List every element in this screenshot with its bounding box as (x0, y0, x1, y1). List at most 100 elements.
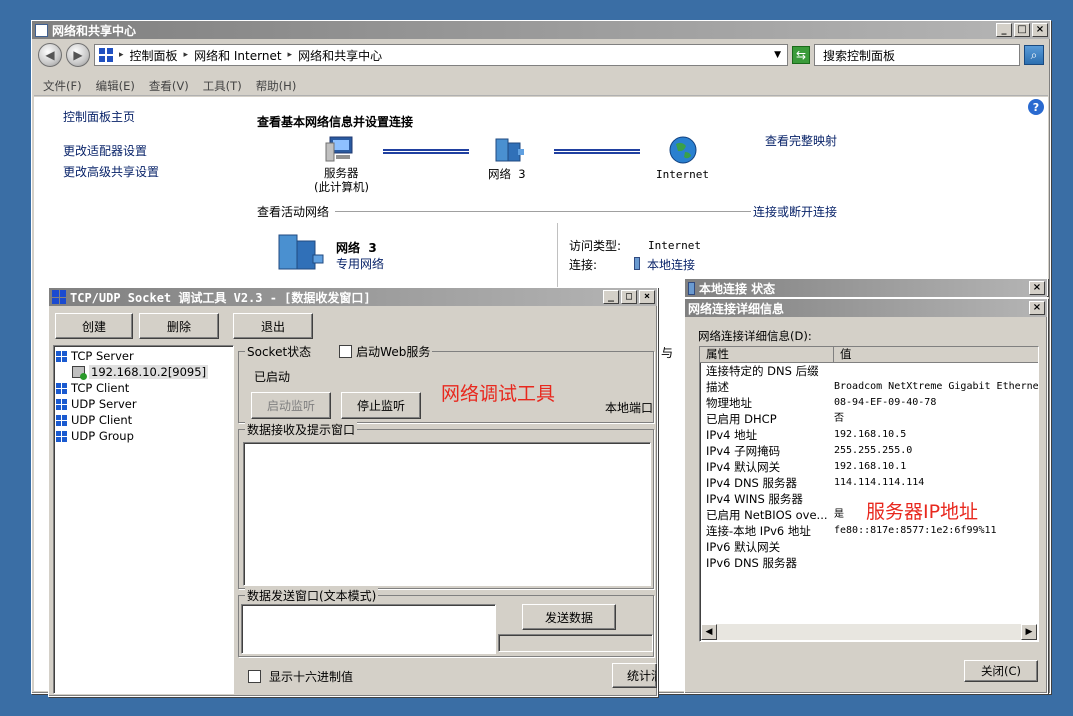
breadcrumb-item[interactable]: 控制面板 (130, 47, 178, 64)
connection-icon (634, 257, 640, 270)
property-value: 192.168.10.1 (834, 461, 907, 472)
property-name: IPv4 WINS 服务器 (706, 492, 803, 506)
send-textarea[interactable] (241, 604, 496, 654)
explorer-titlebar[interactable]: 网络和共享中心 _ □ × (32, 21, 1050, 39)
properties-list[interactable]: 属性 值 连接特定的 DNS 后缀 描述 Broadcom NetXtreme Gi… (699, 346, 1039, 642)
tcp-titlebar[interactable]: TCP/UDP Socket 调试工具 V2.3 - [数据收发窗口] _ □ … (49, 288, 657, 306)
menu-edit[interactable]: 编辑(E) (96, 78, 135, 94)
maximize-button[interactable]: □ (1014, 23, 1030, 37)
app-grid-icon (52, 290, 66, 304)
menu-file[interactable]: 文件(F) (43, 78, 82, 94)
tcp-title: TCP/UDP Socket 调试工具 V2.3 - [数据收发窗口] (70, 290, 371, 305)
create-button[interactable]: 创建 (55, 313, 133, 339)
property-name: 物理地址 (706, 396, 752, 410)
minimize-button[interactable]: _ (996, 23, 1012, 37)
connect-disconnect-link[interactable]: 连接或断开连接 (753, 203, 837, 220)
receive-textarea[interactable] (243, 442, 651, 586)
address-box[interactable]: ▸ 控制面板 ▸ 网络和 Internet ▸ 网络和共享中心 ▼ (94, 44, 788, 66)
property-name: IPv4 默认网关 (706, 460, 781, 474)
forward-button[interactable]: ▶ (66, 43, 90, 67)
col-value[interactable]: 值 (834, 347, 1038, 362)
search-input[interactable]: 搜索控制面板 (814, 44, 1020, 66)
close-button[interactable]: × (1029, 281, 1045, 295)
active-networks-label: 查看活动网络 (257, 205, 330, 219)
breadcrumb-item[interactable]: 网络和 Internet (194, 47, 281, 64)
tree-item-udp-client[interactable]: UDP Client (56, 412, 231, 428)
breadcrumb-item[interactable]: 网络和共享中心 (298, 47, 382, 64)
property-row[interactable]: 连接特定的 DNS 后缀 (700, 363, 1038, 379)
col-property[interactable]: 属性 (700, 347, 834, 362)
hex-row: 显示十六进制值 (248, 668, 353, 685)
change-adapter-settings-link[interactable]: 更改适配器设置 (63, 142, 147, 159)
tree-item-tcp-server[interactable]: TCP Server (56, 348, 231, 364)
stop-listen-button[interactable]: 停止监听 (341, 392, 421, 419)
network-type-link[interactable]: 专用网络 (336, 255, 384, 272)
tree-item-server-connection[interactable]: 192.168.10.2[9095] (56, 364, 231, 380)
property-row[interactable]: 描述 Broadcom NetXtreme Gigabit Etherne (700, 379, 1038, 395)
menu-view[interactable]: 查看(V) (149, 78, 189, 94)
change-sharing-settings-link[interactable]: 更改高级共享设置 (63, 163, 159, 180)
back-arrow-icon: ◀ (45, 48, 55, 62)
property-row[interactable]: IPv4 子网掩码 255.255.255.0 (700, 443, 1038, 459)
property-value: 否 (834, 413, 844, 424)
web-service-checkbox[interactable] (339, 345, 353, 358)
search-icon[interactable]: ⌕ (1024, 45, 1044, 65)
close-dialog-button[interactable]: 关闭(C) (964, 660, 1038, 682)
tree-item-udp-group[interactable]: UDP Group (56, 428, 231, 444)
scroll-right-icon[interactable]: ▶ (1021, 624, 1037, 640)
search-placeholder: 搜索控制面板 (823, 48, 896, 63)
control-panel-home-link[interactable]: 控制面板主页 (63, 108, 135, 125)
send-status-field (498, 634, 653, 652)
help-icon[interactable]: ? (1028, 99, 1044, 115)
tree-item-udp-server[interactable]: UDP Server (56, 396, 231, 412)
connections-label: 连接: (569, 258, 598, 272)
computer-sublabel: (此计算机) (314, 180, 369, 194)
minimize-button[interactable]: _ (603, 290, 619, 304)
property-row[interactable]: IPv6 默认网关 (700, 539, 1038, 555)
computer-icon (324, 135, 356, 163)
map-connector-line (383, 149, 469, 154)
stats-clear-label: 统计清 (627, 669, 656, 683)
status-titlebar[interactable]: 本地连接 状态 × (685, 279, 1047, 297)
view-full-map-link[interactable]: 查看完整映射 (765, 132, 837, 149)
property-row[interactable]: IPv6 DNS 服务器 (700, 555, 1038, 571)
property-row[interactable]: 已启用 DHCP 否 (700, 411, 1038, 427)
scroll-left-icon[interactable]: ◀ (701, 624, 717, 640)
socket-tree[interactable]: TCP Server 192.168.10.2[9095] TCP Client… (53, 345, 234, 694)
network-icon (494, 135, 526, 163)
udp-server-icon (56, 398, 67, 410)
hex-checkbox[interactable] (248, 670, 261, 683)
back-button[interactable]: ◀ (38, 43, 62, 67)
local-connection-link[interactable]: 本地连接 (647, 256, 695, 273)
receive-group: 数据接收及提示窗口 (238, 421, 654, 589)
details-titlebar[interactable]: 网络连接详细信息 × (685, 299, 1047, 317)
socket-state-label: Socket状态 启动Web服务 (245, 343, 433, 360)
menu-tools[interactable]: 工具(T) (203, 78, 242, 94)
property-row[interactable]: IPv4 DNS 服务器 114.114.114.114 (700, 475, 1038, 491)
property-row[interactable]: IPv4 默认网关 192.168.10.1 (700, 459, 1038, 475)
horizontal-scrollbar[interactable]: ◀ ▶ (701, 624, 1037, 640)
start-listen-button[interactable]: 启动监听 (251, 392, 331, 419)
local-port-label: 本地端口 (605, 401, 654, 415)
tree-item-tcp-client[interactable]: TCP Client (56, 380, 231, 396)
property-row[interactable]: 物理地址 08-94-EF-09-40-78 (700, 395, 1038, 411)
stats-clear-button[interactable]: 统计清 (612, 663, 657, 688)
maximize-button[interactable]: □ (621, 290, 637, 304)
property-name: 已启用 DHCP (706, 412, 777, 426)
access-type-value: Internet (648, 239, 701, 252)
close-button[interactable]: × (1032, 23, 1048, 37)
details-title: 网络连接详细信息 (688, 301, 785, 316)
tcp-client-icon (56, 382, 67, 394)
property-name: 描述 (706, 380, 729, 394)
refresh-icon[interactable]: ⇆ (792, 46, 810, 64)
exit-button[interactable]: 退出 (233, 313, 313, 339)
menu-help[interactable]: 帮助(H) (256, 78, 297, 94)
property-row[interactable]: IPv4 地址 192.168.10.5 (700, 427, 1038, 443)
dropdown-arrow-icon[interactable]: ▼ (774, 50, 787, 60)
send-data-button[interactable]: 发送数据 (522, 604, 616, 630)
close-button[interactable]: × (639, 290, 655, 304)
property-row[interactable]: 连接-本地 IPv6 地址 fe80::817e:8577:1e2:6f99%11 (700, 523, 1038, 539)
delete-button[interactable]: 删除 (139, 313, 219, 339)
receive-label: 数据接收及提示窗口 (245, 421, 358, 438)
close-button[interactable]: × (1029, 301, 1045, 315)
